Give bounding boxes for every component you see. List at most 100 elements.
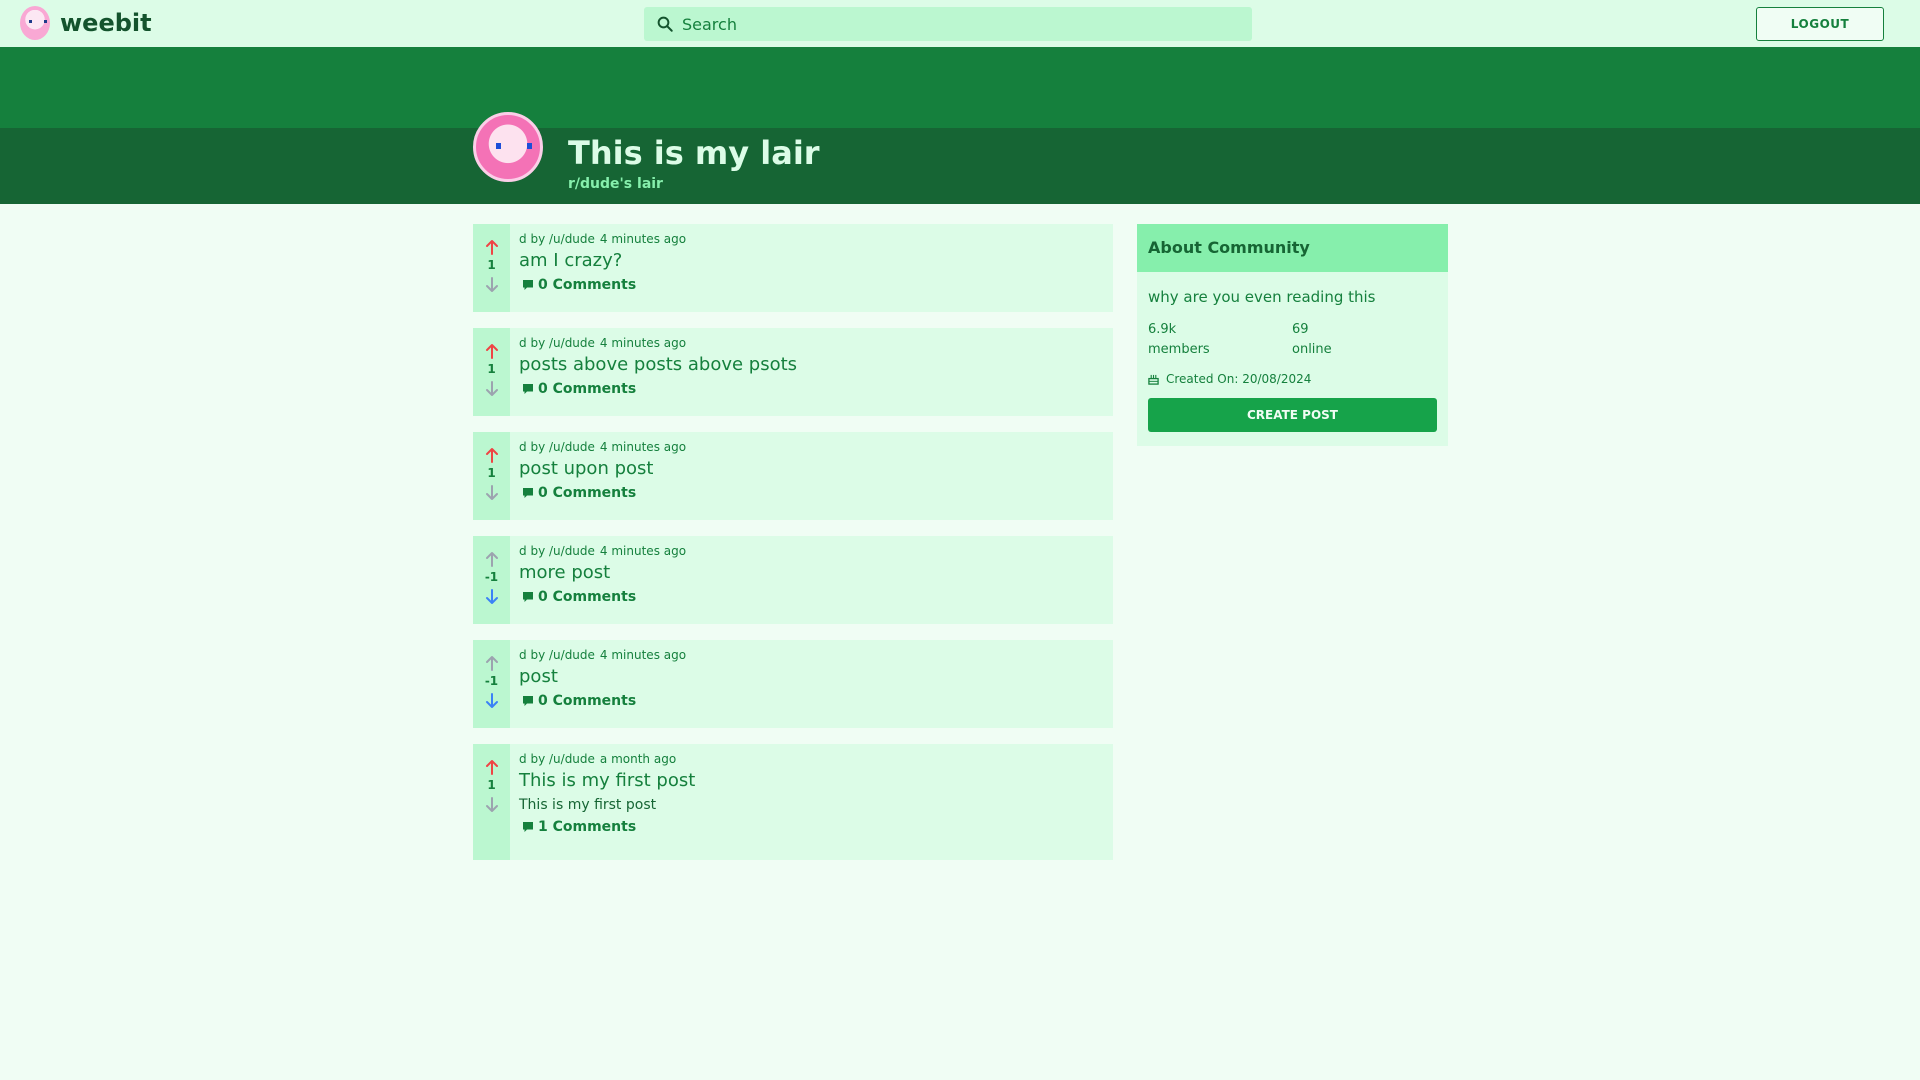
- comment-icon: [523, 384, 533, 394]
- vote-column: -1: [473, 640, 510, 728]
- comments-count: 0 Comments: [538, 381, 637, 397]
- about-community-card: About Community why are you even reading…: [1137, 224, 1448, 446]
- online-label: online: [1292, 342, 1332, 357]
- online-count: 69: [1292, 322, 1309, 337]
- post-title[interactable]: post: [519, 666, 1104, 687]
- members-count: 6.9k: [1148, 322, 1177, 337]
- comment-icon: [523, 280, 533, 290]
- arrow-up-icon[interactable]: [484, 758, 500, 776]
- post-meta: d by /u/dude 4 minutes ago: [519, 232, 1104, 246]
- post-author[interactable]: /u/dude: [549, 336, 595, 350]
- post-title[interactable]: more post: [519, 562, 1104, 583]
- vote-column: 1: [473, 744, 510, 860]
- comments-count: 1 Comments: [538, 819, 637, 835]
- arrow-down-icon[interactable]: [484, 484, 500, 502]
- post-meta: d by /u/dude 4 minutes ago: [519, 440, 1104, 454]
- comments-count: 0 Comments: [538, 277, 637, 293]
- post-community[interactable]: d: [519, 752, 527, 766]
- comments-link[interactable]: 1 Comments: [522, 819, 636, 835]
- post-by: by: [530, 544, 546, 558]
- community-description: why are you even reading this: [1148, 288, 1376, 306]
- arrow-up-icon[interactable]: [484, 654, 500, 672]
- arrow-up-icon[interactable]: [484, 550, 500, 568]
- post-by: by: [530, 336, 546, 350]
- post-card[interactable]: -1 d by /u/dude 4 minutes ago more post 0 Co…: [473, 536, 1113, 624]
- vote-column: 1: [473, 328, 510, 416]
- post-card[interactable]: 1 d by /u/dude 4 minutes ago am I crazy? 0 C…: [473, 224, 1113, 312]
- post-score: -1: [484, 570, 499, 584]
- top-navbar: weebit LOGOUT: [0, 0, 1920, 48]
- home-logo-link[interactable]: weebit: [20, 6, 152, 40]
- post-meta: d by /u/dude 4 minutes ago: [519, 336, 1104, 350]
- post-author[interactable]: /u/dude: [549, 648, 595, 662]
- comments-link[interactable]: 0 Comments: [522, 589, 636, 605]
- post-author[interactable]: /u/dude: [549, 440, 595, 454]
- arrow-down-icon[interactable]: [484, 796, 500, 814]
- post-author[interactable]: /u/dude: [549, 544, 595, 558]
- comment-icon: [523, 488, 533, 498]
- create-post-button[interactable]: CREATE POST: [1148, 398, 1437, 432]
- arrow-up-icon[interactable]: [484, 446, 500, 464]
- vote-column: -1: [473, 536, 510, 624]
- post-score: 1: [487, 466, 496, 480]
- comments-link[interactable]: 0 Comments: [522, 693, 636, 709]
- post-title[interactable]: posts above posts above psots: [519, 354, 1104, 375]
- comments-link[interactable]: 0 Comments: [522, 277, 636, 293]
- vote-column: 1: [473, 432, 510, 520]
- comments-count: 0 Comments: [538, 485, 637, 501]
- post-community[interactable]: d: [519, 440, 527, 454]
- comment-icon: [523, 592, 533, 602]
- post-community[interactable]: d: [519, 336, 527, 350]
- post-card[interactable]: 1 d by /u/dude 4 minutes ago post upon post…: [473, 432, 1113, 520]
- comments-link[interactable]: 0 Comments: [522, 381, 636, 397]
- post-community[interactable]: d: [519, 648, 527, 662]
- post-score: -1: [484, 674, 499, 688]
- community-avatar: [473, 112, 543, 182]
- comment-icon: [523, 696, 533, 706]
- vote-column: 1: [473, 224, 510, 312]
- cake-icon: [1148, 374, 1159, 385]
- arrow-up-icon[interactable]: [484, 342, 500, 360]
- post-time: 4 minutes ago: [599, 336, 687, 350]
- search-bar[interactable]: [644, 7, 1252, 41]
- arrow-up-icon[interactable]: [484, 238, 500, 256]
- post-meta: d by /u/dude 4 minutes ago: [519, 544, 1104, 558]
- post-score: 1: [487, 362, 496, 376]
- post-time: 4 minutes ago: [599, 440, 687, 454]
- post-title[interactable]: post upon post: [519, 458, 1104, 479]
- arrow-down-icon[interactable]: [484, 692, 500, 710]
- arrow-down-icon[interactable]: [484, 588, 500, 606]
- post-card[interactable]: -1 d by /u/dude 4 minutes ago post 0 Comment…: [473, 640, 1113, 728]
- post-score: 1: [487, 778, 496, 792]
- post-title[interactable]: This is my first post: [519, 770, 1104, 791]
- comments-link[interactable]: 0 Comments: [522, 485, 636, 501]
- post-card[interactable]: 1 d by /u/dude a month ago This is my first…: [473, 744, 1113, 860]
- comments-count: 0 Comments: [538, 693, 637, 709]
- post-by: by: [530, 232, 546, 246]
- post-author[interactable]: /u/dude: [549, 752, 595, 766]
- post-card[interactable]: 1 d by /u/dude 4 minutes ago posts above po…: [473, 328, 1113, 416]
- created-date: Created On: 20/08/2024: [1166, 372, 1312, 386]
- created-date-row: Created On: 20/08/2024: [1137, 360, 1448, 386]
- post-by: by: [530, 648, 546, 662]
- community-subtitle: r/dude's lair: [568, 176, 663, 192]
- post-text: This is my first post: [519, 797, 657, 813]
- comments-count: 0 Comments: [538, 589, 637, 605]
- post-body: d by /u/dude 4 minutes ago posts above pos…: [510, 328, 1113, 416]
- post-by: by: [530, 440, 546, 454]
- post-meta: d by /u/dude a month ago: [519, 752, 1104, 766]
- post-time: a month ago: [599, 752, 677, 766]
- about-community-header: About Community: [1137, 224, 1448, 272]
- arrow-down-icon[interactable]: [484, 380, 500, 398]
- post-community[interactable]: d: [519, 232, 527, 246]
- post-community[interactable]: d: [519, 544, 527, 558]
- community-banner: [0, 48, 1920, 128]
- search-input[interactable]: [682, 14, 1242, 34]
- arrow-down-icon[interactable]: [484, 276, 500, 294]
- app-name: weebit: [60, 9, 152, 37]
- post-time: 4 minutes ago: [599, 232, 687, 246]
- post-author[interactable]: /u/dude: [549, 232, 595, 246]
- post-title[interactable]: am I crazy?: [519, 250, 1104, 271]
- post-body: d by /u/dude a month ago This is my first …: [510, 744, 1113, 860]
- logout-button[interactable]: LOGOUT: [1756, 7, 1884, 41]
